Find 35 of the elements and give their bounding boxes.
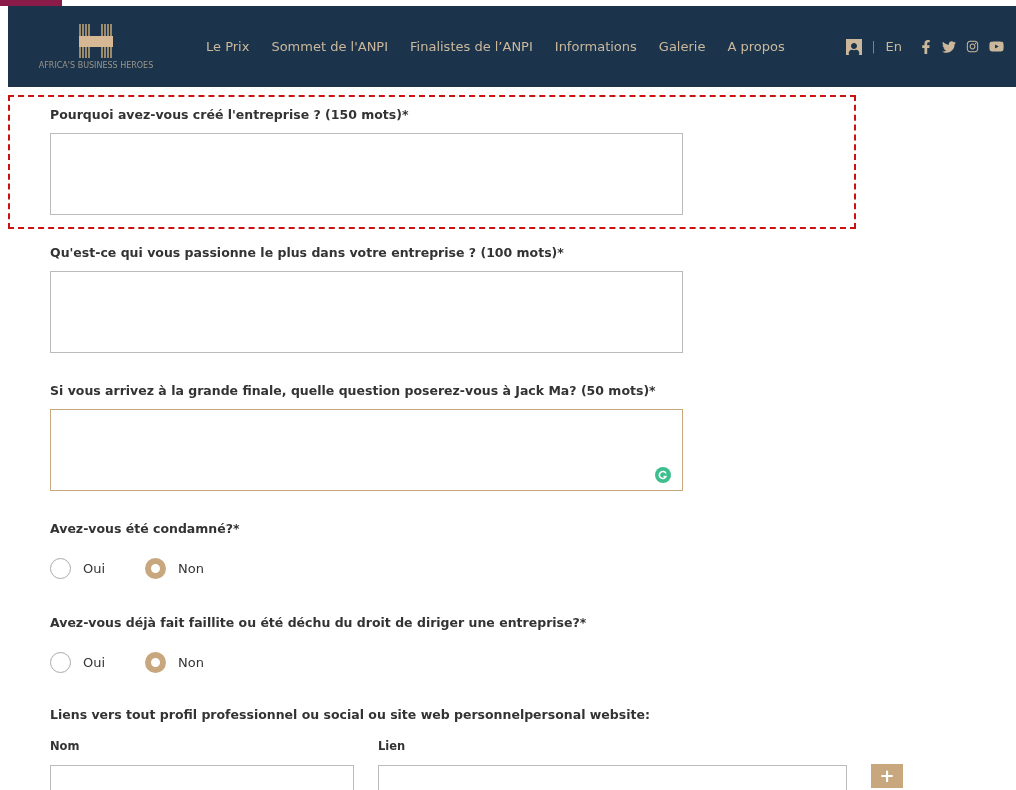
answer-box[interactable] [50, 271, 683, 353]
nav-link[interactable]: Le Prix [206, 36, 250, 57]
radio-label: Non [178, 559, 204, 578]
radio-button[interactable] [145, 652, 166, 673]
radio-label: Oui [83, 653, 106, 672]
nav-link[interactable]: A propos [727, 36, 785, 57]
answer-box[interactable] [50, 133, 683, 215]
instagram-icon[interactable] [966, 40, 979, 53]
radio-label: Oui [83, 559, 106, 578]
nav-link[interactable]: Informations [554, 36, 637, 57]
column-label: Lien [378, 738, 407, 755]
radio-button[interactable] [50, 652, 71, 673]
language-link[interactable]: En [885, 36, 902, 57]
question-label: Si vous arrivez à la grande finale, quelle question poserez-vous à Jack Ma? (50 mots)* [50, 383, 657, 398]
account-icon[interactable] [845, 38, 862, 55]
radio-button[interactable] [50, 558, 71, 579]
logo-caption: AFRICA'S BUSINESS HEROES [38, 61, 154, 70]
facebook-icon[interactable] [920, 39, 932, 54]
radio-button[interactable] [145, 558, 166, 579]
nav-link[interactable]: Galerie [658, 36, 706, 57]
links-label: Liens vers tout profil professionnel ou social ou site web personnelpersonal website: [50, 707, 651, 722]
column-label: Nom [50, 738, 81, 755]
question-label: Avez-vous déjà fait faillite ou été déchu du droit de diriger une entreprise?* [50, 615, 588, 630]
logo-icon [79, 23, 113, 58]
radio-label: Non [178, 653, 204, 672]
twitter-icon[interactable] [942, 39, 956, 54]
question-label: Qu'est-ce qui vous passionne le plus dans votre entreprise ? (100 mots)* [50, 245, 565, 260]
grammar-check-icon[interactable] [655, 467, 671, 483]
question-label: Pourquoi avez-vous créé l'entreprise ? (150 mots)* [50, 107, 410, 122]
answer-box[interactable] [50, 409, 683, 491]
nav-link[interactable]: Finalistes de l’ANPI [410, 36, 533, 57]
separator: | [871, 38, 876, 56]
question-label: Avez-vous été condamné?* [50, 521, 241, 536]
nav-link[interactable]: Sommet de l'ANPI [271, 36, 389, 57]
youtube-icon[interactable] [989, 39, 1004, 54]
